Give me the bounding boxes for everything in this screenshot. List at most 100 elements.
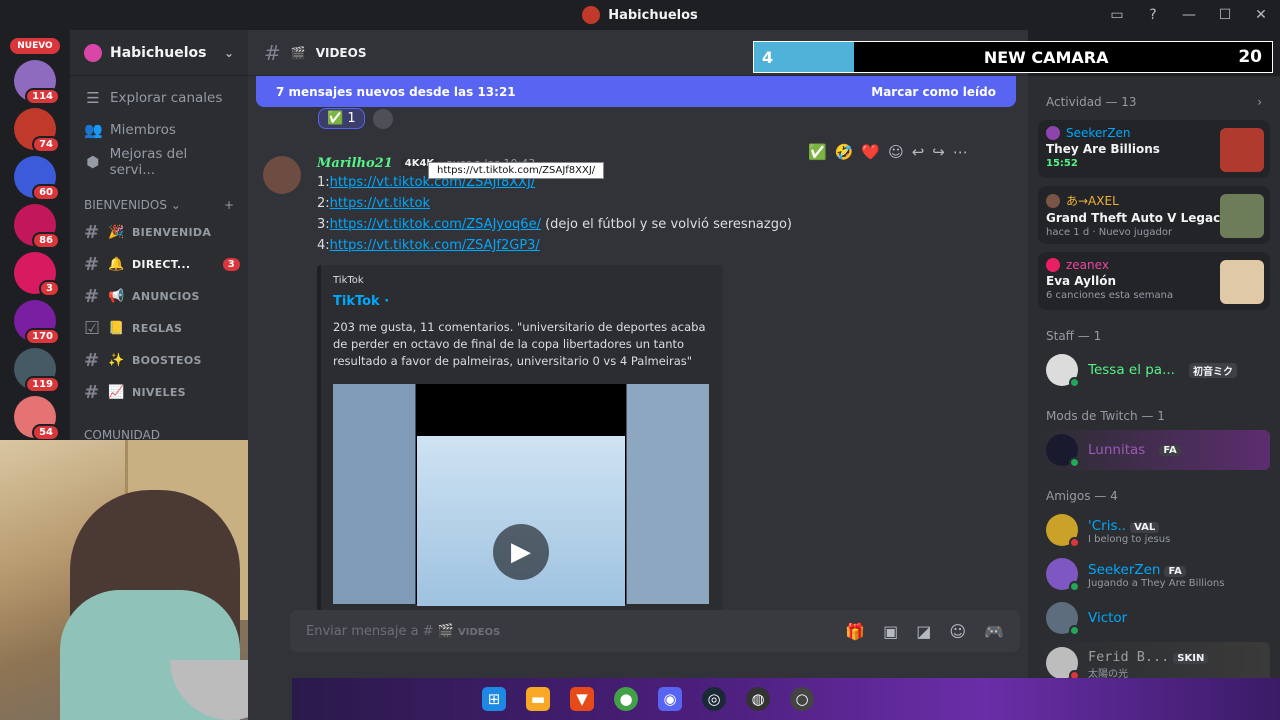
embed-description: 203 me gusta, 11 comentarios. "universit… [333, 320, 706, 368]
tiktok-link[interactable]: https://vt.tiktok [330, 196, 430, 211]
server-icon[interactable]: 3 [14, 252, 60, 297]
avatar [1046, 558, 1080, 592]
category-label: COMUNIDAD [84, 428, 160, 440]
maximize-button[interactable]: ☐ [1214, 4, 1236, 26]
game-art [1220, 128, 1264, 172]
reaction-pill[interactable]: ✅ 1 [318, 108, 365, 129]
status-online-icon [1069, 625, 1080, 636]
section-label: Mods de Twitch — 1 [1046, 409, 1165, 423]
status-online-icon [1069, 377, 1080, 388]
new-messages-banner[interactable]: 7 mensajes nuevos desde las 13:21 Marcar… [256, 76, 1016, 107]
add-reaction-icon[interactable] [372, 108, 393, 129]
member-row[interactable]: 'Cris.. VAL I belong to jesus [1038, 510, 1270, 550]
tiktok-link[interactable]: https://vt.tiktok.com/ZSAJyoq6e/ [330, 217, 541, 232]
embed-video[interactable]: ▶ [333, 384, 709, 606]
channel-anuncios[interactable]: # 📢 ANUNCIOS [70, 280, 248, 312]
list-icon: ☰ [86, 89, 100, 107]
message-composer[interactable]: Enviar mensaje a # 🎬 VIDEOS 🎁 ▣ ◪ ☺ 🎮 [290, 610, 1020, 652]
message-author[interactable]: Marilho21 [317, 156, 393, 171]
server-badge: 3 [39, 280, 60, 297]
embed-title[interactable]: TikTok · [333, 294, 711, 309]
embed-provider: TikTok [333, 275, 364, 286]
hash-icon: # [84, 253, 100, 275]
channel-reglas[interactable]: ☑ 📒 REGLAS [70, 312, 248, 344]
channel-emoji: 📢 [108, 288, 125, 304]
channel-name: NIVELES [132, 385, 186, 399]
member-tag: SKIN [1173, 653, 1209, 664]
app-icon[interactable]: ○ [790, 687, 814, 711]
chrome-icon[interactable]: ● [614, 687, 638, 711]
member-status: 太陽の光 [1088, 669, 1128, 678]
windows-start-icon[interactable]: ⊞ [482, 687, 506, 711]
channel-niveles[interactable]: # 📈 NIVELES [70, 376, 248, 408]
activity-card[interactable]: SeekerZen They Are Billions 15:52 [1038, 120, 1270, 178]
rules-icon: ☑ [84, 317, 101, 339]
member-row[interactable]: Lunnitas FA [1038, 430, 1270, 470]
server-badge: 114 [25, 88, 60, 105]
server-icon[interactable]: 170 [14, 300, 60, 345]
line-prefix: 1: [317, 175, 330, 190]
member-row[interactable]: Tessa el pa... 初音ミク [1038, 350, 1270, 390]
server-icon[interactable]: 74 [14, 108, 60, 153]
guild-header[interactable]: Habichuelos ⌄ [70, 30, 248, 76]
member-tag: FA [1164, 566, 1186, 577]
mark-as-read-button[interactable]: Marcar como leído [871, 85, 996, 99]
placeholder-channel: VIDEOS [458, 626, 501, 638]
inbox-icon[interactable]: ▭ [1106, 4, 1128, 26]
channel-name: BIENVENIDA [132, 225, 212, 239]
member-row[interactable]: SeekerZen FA Jugando a They Are Billions [1038, 554, 1270, 594]
nuevo-badge[interactable]: NUEVO [10, 38, 60, 54]
avatar [1046, 647, 1080, 678]
file-explorer-icon[interactable]: ▬ [526, 687, 550, 711]
member-status: I belong to jesus [1088, 534, 1171, 545]
server-icon[interactable]: 54 [14, 396, 60, 440]
channel-emoji: 🎬 [290, 45, 306, 60]
server-icon[interactable]: 60 [14, 156, 60, 201]
minimize-button[interactable]: — [1178, 4, 1200, 26]
members-icon: 👥 [84, 121, 103, 139]
activity-card[interactable]: zeanex Eva Ayllón 6 canciones esta seman… [1038, 252, 1270, 310]
emoji-icon[interactable]: ☺ [949, 622, 966, 641]
nav-server-boosts[interactable]: ⬢ Mejoras del servi... [70, 146, 248, 178]
obs-icon[interactable]: ◍ [746, 687, 770, 711]
close-button[interactable]: ✕ [1250, 4, 1272, 26]
server-icon[interactable]: 86 [14, 204, 60, 249]
channel-bienvenida[interactable]: # 🎉 BIENVENIDA [70, 216, 248, 248]
server-icon[interactable]: 114 [14, 60, 60, 105]
help-icon[interactable]: ? [1142, 4, 1164, 26]
nav-members[interactable]: 👥 Miembros [70, 114, 248, 146]
game-art [1220, 194, 1264, 238]
window-controls: ▭ ? — ☐ ✕ [1106, 4, 1272, 26]
play-icon[interactable]: ▶ [493, 524, 549, 580]
activity-card[interactable]: あ→AXEL Grand Theft Auto V Legacy hace 1 … [1038, 186, 1270, 244]
member-tag: FA [1159, 444, 1181, 456]
video-thumbnail [417, 436, 625, 606]
avatar [1046, 354, 1080, 388]
server-icon[interactable]: 119 [14, 348, 60, 393]
nav-explore-channels[interactable]: ☰ Explorar canales [70, 82, 248, 114]
brave-icon[interactable]: ▼ [570, 687, 594, 711]
new-messages-text: 7 mensajes nuevos desde las 13:21 [276, 84, 516, 99]
sticker-icon[interactable]: ◪ [916, 622, 931, 641]
category-bienvenidos[interactable]: BIENVENIDOS ⌄ + [70, 194, 248, 216]
channel-emoji: 🔔 [108, 256, 125, 272]
steam-icon[interactable]: ◎ [702, 687, 726, 711]
channel-boosteos[interactable]: # ✨ BOOSTEOS [70, 344, 248, 376]
avatar[interactable] [263, 156, 301, 194]
gift-icon[interactable]: 🎁 [845, 622, 865, 641]
nav-label: Explorar canales [110, 90, 223, 106]
friends-header: Amigos — 4 [1038, 486, 1270, 506]
guild-name: Habichuelos [110, 44, 207, 61]
tiktok-link[interactable]: https://vt.tiktok.com/ZSAJf2GP3/ [330, 238, 540, 253]
member-row[interactable]: Ferid B... SKIN 太陽の光 [1038, 642, 1270, 678]
member-row[interactable]: Victor [1038, 598, 1270, 638]
discord-icon[interactable]: ◉ [658, 687, 682, 711]
channel-directos[interactable]: # 🔔 DIRECT... 3 [70, 248, 248, 280]
mention-badge: 3 [222, 257, 240, 271]
activities-icon[interactable]: 🎮 [984, 622, 1004, 641]
line-prefix: 3: [317, 217, 330, 232]
chevron-right-icon[interactable]: › [1257, 95, 1262, 109]
gif-icon[interactable]: ▣ [883, 622, 898, 641]
add-channel-icon[interactable]: + [224, 198, 234, 212]
category-comunidad[interactable]: COMUNIDAD [70, 424, 248, 440]
